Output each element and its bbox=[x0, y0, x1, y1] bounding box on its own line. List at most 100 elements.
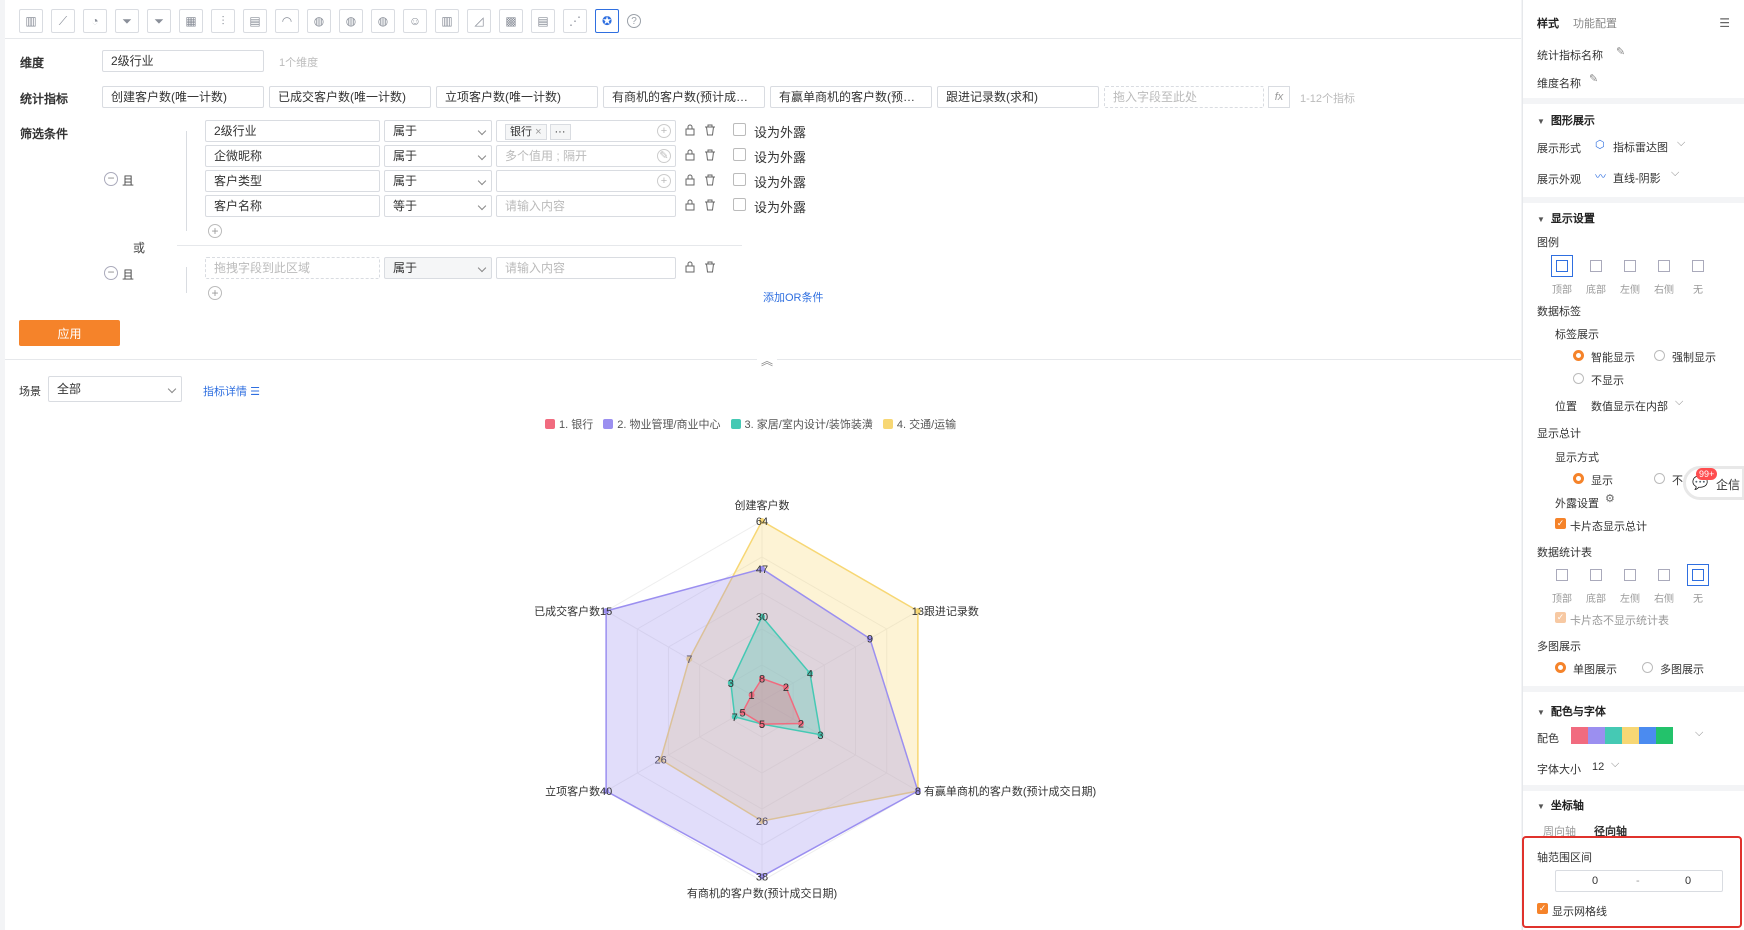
filter-value-input[interactable]: + bbox=[496, 170, 676, 192]
gauge-icon[interactable]: ◠ bbox=[275, 9, 299, 33]
pie-chart-icon[interactable]: ◔ bbox=[83, 9, 107, 33]
chevron-down-icon[interactable]: ⌵ bbox=[1611, 758, 1619, 771]
chevron-down-icon[interactable]: ⌵ bbox=[1671, 167, 1679, 180]
metric-field[interactable]: 跟进记录数(求和) bbox=[937, 86, 1099, 108]
edit-icon[interactable]: ✎ bbox=[657, 149, 671, 163]
legend-position-none-option[interactable] bbox=[1687, 255, 1709, 277]
total-show-radio[interactable] bbox=[1573, 473, 1584, 484]
matrix-icon[interactable]: ▩ bbox=[499, 9, 523, 33]
operator-select[interactable]: 属于 bbox=[384, 120, 492, 142]
legend-item[interactable]: 2. 物业管理/商业中心 bbox=[603, 416, 721, 432]
metric-detail-link[interactable]: 指标详情 ☰ bbox=[203, 383, 260, 399]
expose-checkbox[interactable] bbox=[733, 173, 746, 186]
section-color-font[interactable]: ▼ 配色与字体 bbox=[1537, 703, 1606, 719]
smart-show-radio[interactable] bbox=[1573, 350, 1584, 361]
face-icon[interactable]: ☺ bbox=[403, 9, 427, 33]
stats-table-position-right-option[interactable] bbox=[1653, 564, 1675, 586]
stats-table-position-top-option[interactable] bbox=[1551, 564, 1573, 586]
trash-icon[interactable] bbox=[703, 261, 717, 275]
map-alt-icon[interactable]: ◍ bbox=[339, 9, 363, 33]
stats-table-position-bottom-option[interactable] bbox=[1585, 564, 1607, 586]
scatter-icon[interactable]: ⋰ bbox=[563, 9, 587, 33]
help-icon[interactable]: ? bbox=[627, 14, 641, 28]
section-display[interactable]: ▼ 显示设置 bbox=[1537, 210, 1595, 226]
trash-icon[interactable] bbox=[703, 174, 717, 188]
lock-icon[interactable] bbox=[683, 174, 697, 188]
total-hide-radio[interactable] bbox=[1654, 473, 1665, 484]
legend-position-top-option[interactable] bbox=[1551, 255, 1573, 277]
operator-select[interactable]: 属于 bbox=[384, 170, 492, 192]
tab-style[interactable]: 样式 bbox=[1537, 15, 1559, 31]
legend-position-right-option[interactable] bbox=[1653, 255, 1675, 277]
legend-item[interactable]: 3. 家居/室内设计/装饰装潢 bbox=[730, 416, 873, 432]
filter-field[interactable]: 客户类型 bbox=[205, 170, 380, 192]
display-form-select[interactable]: 指标雷达图 bbox=[1613, 139, 1668, 155]
histogram-icon[interactable]: ▥ bbox=[435, 9, 459, 33]
legend-position-bottom-option[interactable] bbox=[1585, 255, 1607, 277]
multi-chart-radio[interactable] bbox=[1642, 662, 1653, 673]
lock-icon[interactable] bbox=[683, 124, 697, 138]
lock-icon[interactable] bbox=[683, 199, 697, 213]
expose-checkbox[interactable] bbox=[733, 123, 746, 136]
filter-field[interactable]: 企微昵称 bbox=[205, 145, 380, 167]
metric-field[interactable]: 有赢单商机的客户数(预计成... bbox=[770, 86, 932, 108]
add-condition-icon[interactable]: + bbox=[208, 224, 222, 238]
scene-select[interactable]: 全部 bbox=[48, 376, 182, 402]
text-card-icon[interactable]: ▤ bbox=[243, 9, 267, 33]
close-icon[interactable]: × bbox=[535, 126, 541, 138]
filter-value-input[interactable]: 多个值用 ; 隔开 ✎ bbox=[496, 145, 676, 167]
remove-group-icon[interactable]: − bbox=[104, 172, 118, 186]
card-no-stats-checkbox[interactable]: ✓ bbox=[1555, 612, 1566, 623]
filter-value-input[interactable]: 请输入内容 bbox=[496, 195, 676, 217]
legend-item[interactable]: 1. 银行 bbox=[545, 416, 593, 432]
expose-checkbox[interactable] bbox=[733, 198, 746, 211]
funnel-icon[interactable]: ⏷ bbox=[115, 9, 139, 33]
metric-field[interactable]: 立项客户数(唯一计数) bbox=[436, 86, 598, 108]
chevron-down-icon[interactable]: ⌵ bbox=[1695, 727, 1703, 740]
position-select[interactable]: 数值显示在内部 bbox=[1591, 398, 1668, 414]
section-axis[interactable]: ▼ 坐标轴 bbox=[1537, 797, 1584, 813]
operator-select[interactable]: 属于 bbox=[384, 257, 492, 279]
add-condition-icon[interactable]: + bbox=[208, 286, 222, 300]
add-icon[interactable]: + bbox=[657, 124, 671, 138]
bar-chart-icon[interactable]: ▥ bbox=[19, 9, 43, 33]
metric-field[interactable]: 有商机的客户数(预计成交日... bbox=[603, 86, 765, 108]
no-show-radio[interactable] bbox=[1573, 373, 1584, 384]
trash-icon[interactable] bbox=[703, 199, 717, 213]
filter-field[interactable]: 客户名称 bbox=[205, 195, 380, 217]
color-palette[interactable] bbox=[1571, 727, 1673, 744]
pivot-table-icon[interactable]: ▤ bbox=[531, 9, 555, 33]
add-or-condition-link[interactable]: 添加OR条件 bbox=[763, 289, 824, 305]
chevron-down-icon[interactable]: ⌵ bbox=[1677, 137, 1685, 150]
remove-group-icon[interactable]: − bbox=[104, 266, 118, 280]
metric-drop-zone[interactable]: 拖入字段至此处 bbox=[1104, 86, 1264, 108]
chevron-down-icon[interactable]: ⌵ bbox=[1675, 396, 1683, 409]
edit-icon[interactable]: ✎ bbox=[1616, 45, 1625, 58]
legend-item[interactable]: 4. 交通/运输 bbox=[882, 416, 956, 432]
collapse-panel-icon[interactable]: ☰ bbox=[1719, 16, 1730, 30]
legend-position-left-option[interactable] bbox=[1619, 255, 1641, 277]
metric-field[interactable]: 已成交客户数(唯一计数) bbox=[269, 86, 431, 108]
expose-checkbox[interactable] bbox=[733, 148, 746, 161]
edit-icon[interactable]: ✎ bbox=[1589, 72, 1598, 85]
dimension-field[interactable]: 2级行业 bbox=[102, 50, 264, 72]
apply-button[interactable]: 应用 bbox=[19, 320, 120, 346]
filter-field[interactable]: 2级行业 bbox=[205, 120, 380, 142]
lock-icon[interactable] bbox=[683, 149, 697, 163]
trash-icon[interactable] bbox=[703, 149, 717, 163]
font-size-select[interactable]: 12 bbox=[1592, 761, 1604, 773]
collapse-up-icon[interactable]: ︽ bbox=[757, 352, 778, 369]
area-chart-icon[interactable]: ◿ bbox=[467, 9, 491, 33]
metric-field[interactable]: 创建客户数(唯一计数) bbox=[102, 86, 264, 108]
filter-value-input[interactable]: 银行 × ··· + bbox=[496, 120, 676, 142]
stats-table-position-none-option[interactable] bbox=[1687, 564, 1709, 586]
map-icon[interactable]: ◍ bbox=[307, 9, 331, 33]
radar-chart-icon[interactable]: ✪ bbox=[595, 9, 619, 33]
section-graph[interactable]: ▼ 图形展示 bbox=[1537, 112, 1595, 128]
operator-select[interactable]: 属于 bbox=[384, 145, 492, 167]
line-chart-icon[interactable]: ⟋ bbox=[51, 9, 75, 33]
map-region-icon[interactable]: ◍ bbox=[371, 9, 395, 33]
operator-select[interactable]: 等于 bbox=[384, 195, 492, 217]
table-icon[interactable]: ▦ bbox=[179, 9, 203, 33]
display-look-select[interactable]: 直线-阴影 bbox=[1613, 170, 1661, 186]
